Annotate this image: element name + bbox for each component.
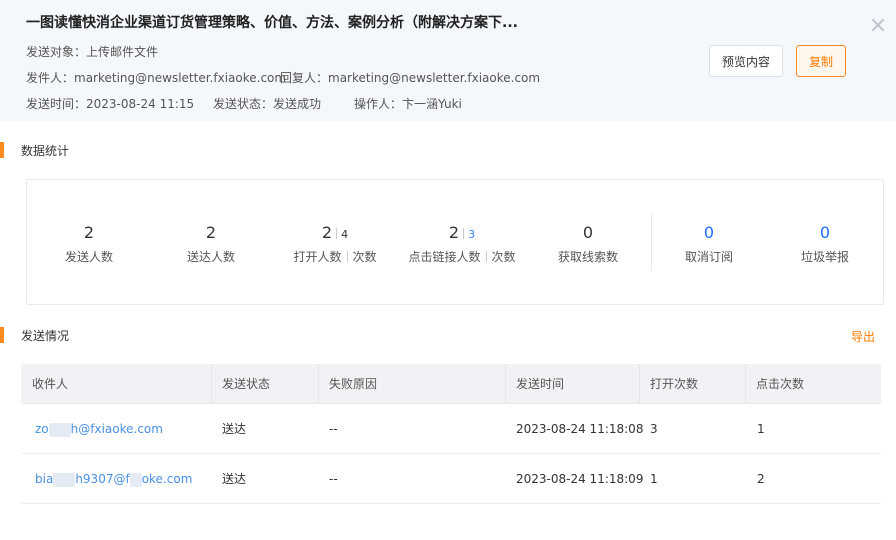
send-time: 2023-08-24 11:18:08 (516, 422, 644, 436)
stat-label: 点击链接人数 (408, 250, 481, 264)
failure-reason: -- (329, 472, 338, 486)
stat-sub-label: 次数 (352, 250, 377, 264)
send-status-value: 发送成功 (273, 97, 322, 111)
stat-value: 2 (205, 223, 217, 242)
reply-value: marketing@newsletter.fxiaoke.com (328, 71, 541, 85)
reply-label: 回复人： (280, 71, 329, 85)
open-count: 3 (650, 422, 658, 436)
operator-label: 操作人： (354, 97, 403, 111)
stats-card: 2 发送人数 2 送达人数 24 打开人数 次数 23 点击链接人数 次数 0 获取… (26, 179, 884, 305)
table-row: zo h@fxiaoke.com 送达 -- 2023-08-24 11:18:0… (21, 404, 881, 454)
operator: 操作人：卞一涵Yuki (354, 95, 462, 112)
operator-value: 卞一涵Yuki (402, 97, 462, 111)
send-target: 发送对象：上传邮件文件 (26, 43, 158, 60)
copy-button[interactable]: 复制 (796, 45, 846, 77)
table-row: bia h9307@f oke.com 送达 -- 2023-08-24 11:18… (21, 454, 881, 504)
stat-sent-count: 2 发送人数 (59, 223, 119, 265)
sender-value: marketing@newsletter.fxiaoke.com (74, 71, 287, 85)
recipient-email-link[interactable]: bia h9307@f oke.com (35, 454, 192, 504)
stat-label: 获取线索数 (557, 250, 618, 264)
stats-section-title: 数据统计 (0, 142, 69, 159)
redacted-mask (48, 422, 71, 437)
send-status-label: 发送状态： (213, 97, 274, 111)
stat-value: 0 (703, 223, 715, 242)
column-header-status: 发送状态 (222, 377, 271, 391)
stat-click-count: 23 点击链接人数 次数 (405, 223, 519, 265)
recipient-email-link[interactable]: zo h@fxiaoke.com (35, 404, 163, 454)
column-header-opens: 打开次数 (650, 377, 699, 391)
stat-label: 打开人数 (293, 250, 342, 264)
column-header-recipient: 收件人 (32, 377, 69, 391)
stat-value: 2 (83, 223, 95, 242)
send-target-label: 发送对象： (26, 45, 87, 59)
open-count: 1 (650, 472, 658, 486)
failure-reason: -- (329, 422, 338, 436)
redacted-mask (129, 472, 142, 487)
sender-label: 发件人： (26, 71, 75, 85)
stat-unsubscribe-count[interactable]: 0 取消订阅 (679, 223, 739, 265)
stat-sub-label: 次数 (491, 250, 516, 264)
preview-content-button[interactable]: 预览内容 (709, 45, 783, 77)
stat-label: 送达人数 (186, 250, 235, 264)
table-header: 收件人 发送状态 失败原因 发送时间 打开次数 点击次数 (21, 364, 881, 404)
email-detail-header: 一图读懂快消企业渠道订货管理策略、价值、方法、案例分析（附解决方案下... 发送… (0, 0, 896, 121)
redacted-mask (53, 472, 76, 487)
send-status: 发送状态：发送成功 (213, 95, 321, 112)
send-target-value: 上传邮件文件 (86, 45, 159, 59)
email-title: 一图读懂快消企业渠道订货管理策略、价值、方法、案例分析（附解决方案下... (26, 15, 518, 31)
click-count: 2 (757, 472, 765, 486)
column-header-send-time: 发送时间 (516, 377, 565, 391)
stat-delivered-count: 2 送达人数 (181, 223, 241, 265)
stat-label: 垃圾举报 (800, 250, 849, 264)
stats-divider (651, 213, 652, 271)
recipients-table: 收件人 发送状态 失败原因 发送时间 打开次数 点击次数 zo h@fxiaoke… (21, 364, 881, 504)
reply-to: 回复人：marketing@newsletter.fxiaoke.com (280, 69, 540, 86)
send-time: 2023-08-24 11:18:09 (516, 472, 644, 486)
stat-value: 0 (819, 223, 831, 242)
sending-section-title: 发送情况 (0, 327, 69, 344)
send-time: 发送时间：2023-08-24 11:15 (26, 95, 194, 112)
delivery-status: 送达 (222, 472, 247, 486)
column-header-clicks: 点击次数 (756, 377, 805, 391)
sender: 发件人：marketing@newsletter.fxiaoke.com (26, 69, 286, 86)
stat-sub-value: 3 (468, 228, 476, 241)
stat-sub-value: 4 (341, 228, 349, 241)
column-header-reason: 失败原因 (329, 377, 378, 391)
stat-value: 0 (582, 223, 594, 242)
close-icon[interactable] (870, 17, 886, 33)
send-time-value: 2023-08-24 11:15 (86, 97, 195, 111)
click-count: 1 (757, 422, 765, 436)
stat-leads-count: 0 获取线索数 (552, 223, 624, 265)
stat-value: 2 (448, 223, 460, 242)
stat-open-count: 24 打开人数 次数 (287, 223, 383, 265)
export-link[interactable]: 导出 (851, 328, 875, 345)
stat-label: 发送人数 (64, 250, 113, 264)
stat-label: 取消订阅 (684, 250, 733, 264)
stat-value: 2 (321, 223, 333, 242)
send-time-label: 发送时间： (26, 97, 87, 111)
stat-spam-report-count[interactable]: 0 垃圾举报 (795, 223, 855, 265)
delivery-status: 送达 (222, 422, 247, 436)
